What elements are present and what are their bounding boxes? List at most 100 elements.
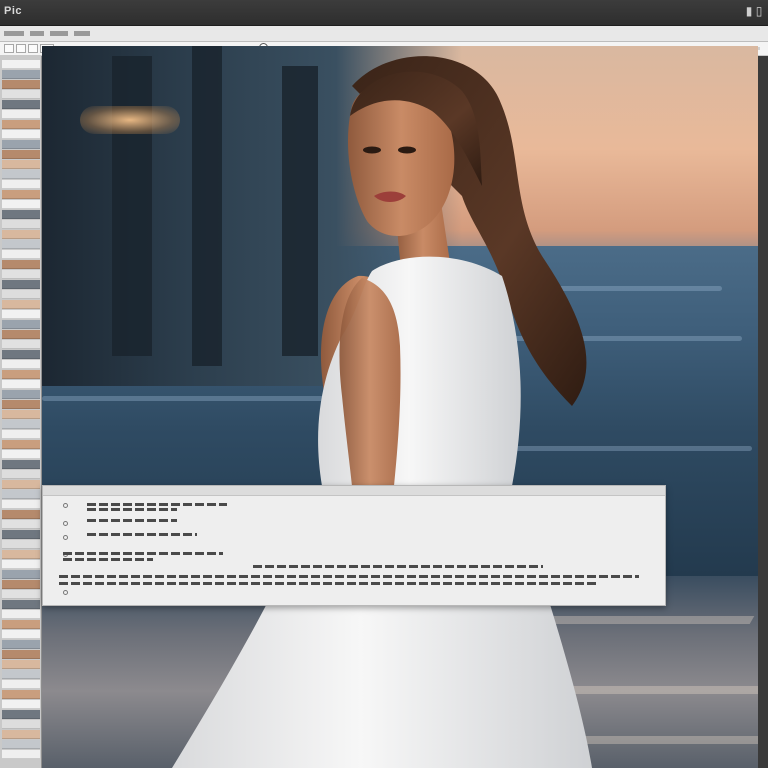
layer-row[interactable]	[2, 670, 40, 679]
close-icon[interactable]: ▯	[752, 3, 766, 19]
layer-row[interactable]	[2, 630, 40, 639]
menu-bar	[0, 26, 768, 42]
radio-option[interactable]	[63, 521, 68, 526]
menu-item[interactable]	[74, 31, 90, 36]
layer-row[interactable]	[2, 530, 40, 539]
layer-row[interactable]	[2, 720, 40, 729]
layer-row[interactable]	[2, 360, 40, 369]
layer-row[interactable]	[2, 380, 40, 389]
title-bar: Pic ▮ ▯	[0, 0, 768, 26]
layer-row[interactable]	[2, 320, 40, 329]
layer-row[interactable]	[2, 310, 40, 319]
layer-row[interactable]	[2, 680, 40, 689]
layer-row[interactable]	[2, 730, 40, 739]
dialog-text-line	[253, 565, 543, 568]
layer-row[interactable]	[2, 500, 40, 509]
layer-row[interactable]	[2, 210, 40, 219]
layer-row[interactable]	[2, 550, 40, 559]
layer-row[interactable]	[2, 240, 40, 249]
layer-row[interactable]	[2, 80, 40, 89]
layer-row[interactable]	[2, 340, 40, 349]
radio-option[interactable]	[63, 590, 68, 595]
layer-row[interactable]	[2, 470, 40, 479]
dialog-header	[43, 486, 665, 496]
dialog-text-line	[63, 552, 223, 555]
portrait-figure	[172, 56, 592, 768]
radio-option[interactable]	[63, 503, 68, 508]
layer-row[interactable]	[2, 450, 40, 459]
layer-row[interactable]	[2, 490, 40, 499]
info-dialog	[42, 485, 666, 606]
layer-row[interactable]	[2, 280, 40, 289]
layer-row[interactable]	[2, 410, 40, 419]
layer-row[interactable]	[2, 270, 40, 279]
layer-row[interactable]	[2, 570, 40, 579]
tool-button[interactable]	[4, 44, 14, 53]
layer-row[interactable]	[2, 480, 40, 489]
layer-row[interactable]	[2, 140, 40, 149]
dialog-text-line	[87, 519, 177, 522]
layer-row[interactable]	[2, 540, 40, 549]
layer-row[interactable]	[2, 200, 40, 209]
layer-row[interactable]	[2, 590, 40, 599]
eye-left	[363, 146, 381, 154]
layer-row[interactable]	[2, 750, 40, 759]
layer-row[interactable]	[2, 440, 40, 449]
image-canvas[interactable]	[42, 46, 758, 768]
layer-row[interactable]	[2, 170, 40, 179]
layer-row[interactable]	[2, 430, 40, 439]
dialog-text-line	[87, 508, 177, 511]
layer-row[interactable]	[2, 110, 40, 119]
layer-row[interactable]	[2, 150, 40, 159]
window-title: Pic	[4, 5, 23, 17]
layer-row[interactable]	[2, 710, 40, 719]
layer-row[interactable]	[2, 610, 40, 619]
layer-row[interactable]	[2, 560, 40, 569]
layer-row[interactable]	[2, 640, 40, 649]
layer-row[interactable]	[2, 230, 40, 239]
layer-row[interactable]	[2, 300, 40, 309]
layer-row[interactable]	[2, 330, 40, 339]
layer-row[interactable]	[2, 660, 40, 669]
layer-row[interactable]	[2, 350, 40, 359]
layer-row[interactable]	[2, 460, 40, 469]
layer-row[interactable]	[2, 650, 40, 659]
app-window: Pic ▮ ▯	[0, 0, 768, 768]
layer-row[interactable]	[2, 160, 40, 169]
tool-button[interactable]	[16, 44, 26, 53]
arm-front	[339, 278, 401, 486]
layer-row[interactable]	[2, 690, 40, 699]
layer-row[interactable]	[2, 130, 40, 139]
menu-item[interactable]	[4, 31, 24, 36]
layer-row[interactable]	[2, 260, 40, 269]
layer-row[interactable]	[2, 600, 40, 609]
tool-button[interactable]	[28, 44, 38, 53]
layer-row[interactable]	[2, 250, 40, 259]
layer-row[interactable]	[2, 420, 40, 429]
layer-row[interactable]	[2, 400, 40, 409]
layer-row[interactable]	[2, 580, 40, 589]
layer-row[interactable]	[2, 70, 40, 79]
layer-row[interactable]	[2, 180, 40, 189]
layer-row[interactable]	[2, 620, 40, 629]
building	[112, 56, 152, 356]
dialog-text-line	[63, 558, 153, 561]
layer-row[interactable]	[2, 190, 40, 199]
layer-row[interactable]	[2, 60, 40, 69]
eye-right	[398, 146, 416, 154]
radio-option[interactable]	[63, 535, 68, 540]
layer-row[interactable]	[2, 740, 40, 749]
menu-item[interactable]	[50, 31, 68, 36]
layer-row[interactable]	[2, 520, 40, 529]
layer-row[interactable]	[2, 90, 40, 99]
layer-row[interactable]	[2, 220, 40, 229]
layer-row[interactable]	[2, 290, 40, 299]
layer-row[interactable]	[2, 510, 40, 519]
layer-row[interactable]	[2, 120, 40, 129]
layer-row[interactable]	[2, 390, 40, 399]
layer-row[interactable]	[2, 700, 40, 709]
layer-row[interactable]	[2, 100, 40, 109]
menu-item[interactable]	[30, 31, 44, 36]
layer-row[interactable]	[2, 370, 40, 379]
dialog-text-line	[87, 533, 197, 536]
